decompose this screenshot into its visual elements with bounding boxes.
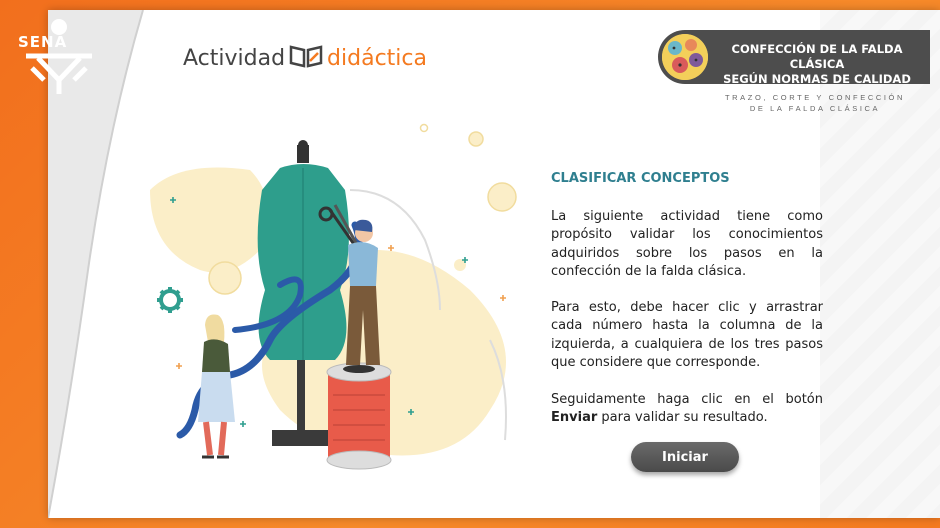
course-subtitle: TRAZO, CORTE Y CONFECCIÓN DE LA FALDA CL… <box>700 92 930 114</box>
instructions-text-b: para validar su resultado. <box>597 410 768 426</box>
start-button[interactable]: Iniciar <box>631 442 739 472</box>
badge-title: CONFECCIÓN DE LA FALDA CLÁSICA SEGÚN NOR… <box>712 42 922 87</box>
activity-title: Actividad didáctica <box>183 44 427 71</box>
instructions-paragraph-2: Para esto, debe hacer clic y arrastrar c… <box>551 300 823 370</box>
gear-icon <box>157 287 183 313</box>
instructions-paragraph-1: La siguiente actividad tiene como propós… <box>551 209 823 279</box>
send-keyword: Enviar <box>551 410 598 426</box>
sena-logo-text: SENA <box>18 33 68 51</box>
subtitle-line2: DE LA FALDA CLÁSICA <box>749 104 881 113</box>
activity-word: Actividad <box>183 46 286 71</box>
badge-line1: CONFECCIÓN DE LA FALDA CLÁSICA <box>731 42 903 71</box>
section-title: CLASIFICAR CONCEPTOS <box>551 171 730 186</box>
book-icon <box>289 45 323 68</box>
tailoring-illustration <box>150 123 517 470</box>
instructions-text-a: Seguidamente haga clic en el botón <box>551 392 823 407</box>
subtitle-line1: TRAZO, CORTE Y CONFECCIÓN <box>724 93 905 102</box>
activity-accent: didáctica <box>327 46 427 71</box>
sena-logo-icon <box>26 19 92 94</box>
badge-line2: SEGÚN NORMAS DE CALIDAD <box>723 72 911 86</box>
buttons-icon <box>662 34 708 80</box>
instructions-paragraph-3: Seguidamente haga clic en el botón Envia… <box>551 391 823 428</box>
